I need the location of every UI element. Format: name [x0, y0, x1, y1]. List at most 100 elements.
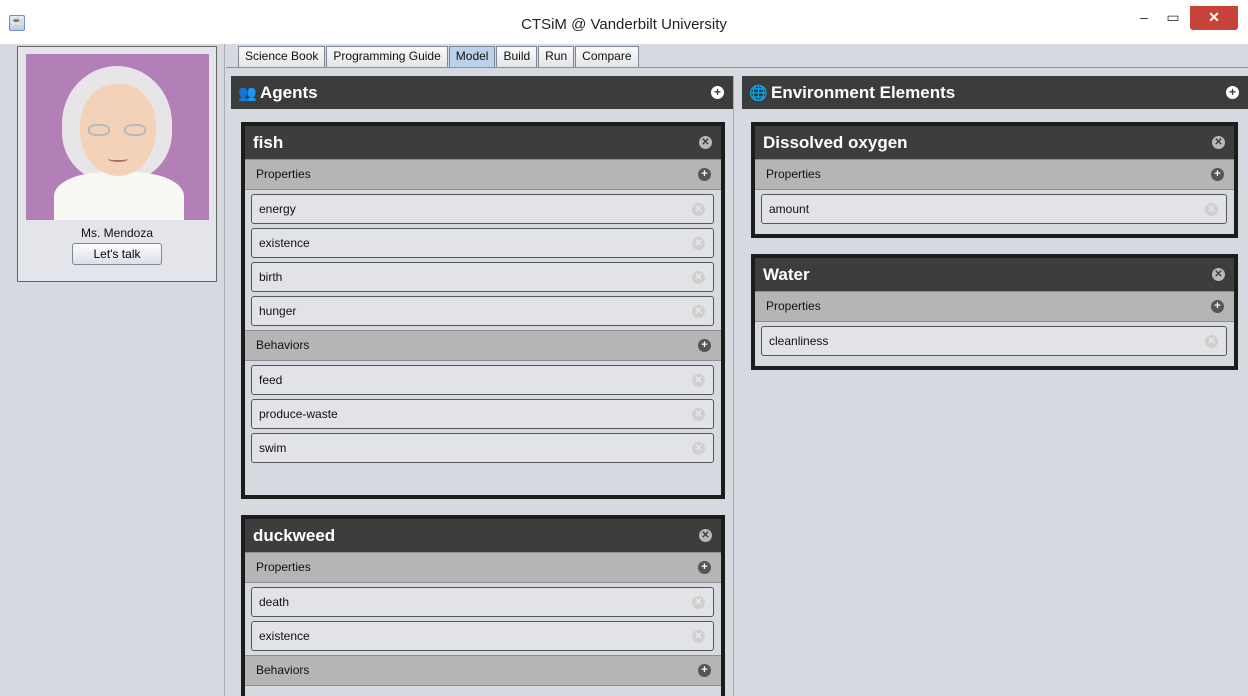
- mentor-card: Ms. Mendoza Let's talk: [17, 46, 217, 282]
- remove-property-icon[interactable]: ✕: [692, 203, 705, 216]
- remove-behavior-icon[interactable]: ✕: [692, 442, 705, 455]
- users-icon: 👥: [238, 85, 257, 102]
- remove-property-icon[interactable]: ✕: [692, 630, 705, 643]
- agents-title: Agents: [260, 83, 318, 102]
- agent-title: duckweed: [253, 526, 336, 545]
- add-property-icon[interactable]: +: [698, 561, 711, 574]
- property-item[interactable]: cleanliness ✕: [761, 326, 1227, 356]
- add-property-icon[interactable]: +: [698, 168, 711, 181]
- behavior-item[interactable]: feed ✕: [251, 365, 714, 395]
- property-item[interactable]: existence ✕: [251, 228, 714, 258]
- agent-card-fish: fish ✕ Properties + energy ✕ existence ✕ b…: [241, 122, 725, 499]
- remove-property-icon[interactable]: ✕: [692, 271, 705, 284]
- behavior-item[interactable]: swim ✕: [251, 433, 714, 463]
- tab-divider: [226, 67, 1248, 68]
- element-title: Water: [763, 265, 810, 284]
- remove-agent-icon[interactable]: ✕: [699, 529, 712, 542]
- agent-name: duckweed ✕: [245, 519, 721, 552]
- property-label: death: [259, 595, 290, 609]
- tab-build[interactable]: Build: [496, 46, 538, 67]
- property-label: existence: [259, 629, 310, 643]
- avatar-shirt: [54, 172, 184, 220]
- tab-model[interactable]: Model: [448, 46, 496, 67]
- environment-header: 🌐 Environment Elements +: [742, 76, 1248, 109]
- agent-title: fish: [253, 133, 284, 152]
- maximize-button[interactable]: ▭: [1160, 6, 1186, 30]
- remove-behavior-icon[interactable]: ✕: [692, 374, 705, 387]
- element-card-water: Water ✕ Properties + cleanliness ✕: [751, 254, 1238, 370]
- property-item[interactable]: existence ✕: [251, 621, 714, 651]
- properties-label: Properties: [256, 560, 311, 574]
- behaviors-label: Behaviors: [256, 663, 310, 677]
- add-behavior-icon[interactable]: +: [698, 664, 711, 677]
- property-item[interactable]: birth ✕: [251, 262, 714, 292]
- remove-property-icon[interactable]: ✕: [1205, 335, 1218, 348]
- remove-property-icon[interactable]: ✕: [692, 596, 705, 609]
- property-item[interactable]: amount ✕: [761, 194, 1227, 224]
- properties-label: Properties: [766, 167, 821, 181]
- add-property-icon[interactable]: +: [1211, 300, 1224, 313]
- lets-talk-button[interactable]: Let's talk: [72, 243, 162, 265]
- window-title: CTSiM @ Vanderbilt University: [521, 16, 727, 33]
- behavior-label: feed: [259, 373, 283, 387]
- properties-section: Properties +: [755, 291, 1234, 322]
- environment-panel: 🌐 Environment Elements + Dissolved oxygen…: [742, 76, 1248, 696]
- property-item[interactable]: energy ✕: [251, 194, 714, 224]
- element-card-dissolved-oxygen: Dissolved oxygen ✕ Properties + amount ✕: [751, 122, 1238, 238]
- remove-agent-icon[interactable]: ✕: [699, 136, 712, 149]
- tab-compare[interactable]: Compare: [575, 46, 639, 67]
- close-window-button[interactable]: ✕: [1190, 6, 1238, 30]
- avatar-glasses-right: [124, 124, 146, 136]
- mentor-sidebar: Ms. Mendoza Let's talk: [0, 44, 225, 696]
- add-behavior-icon[interactable]: +: [698, 339, 711, 352]
- properties-label: Properties: [766, 299, 821, 313]
- element-name: Dissolved oxygen ✕: [755, 126, 1234, 159]
- element-title: Dissolved oxygen: [763, 133, 908, 152]
- remove-behavior-icon[interactable]: ✕: [692, 408, 705, 421]
- minimize-button[interactable]: –: [1131, 6, 1157, 30]
- property-label: amount: [769, 202, 810, 216]
- tab-run[interactable]: Run: [538, 46, 575, 67]
- remove-property-icon[interactable]: ✕: [1205, 203, 1218, 216]
- add-environment-element-icon[interactable]: +: [1226, 86, 1239, 99]
- properties-label: Properties: [256, 167, 311, 181]
- add-agent-icon[interactable]: +: [711, 86, 724, 99]
- remove-property-icon[interactable]: ✕: [692, 237, 705, 250]
- property-item[interactable]: hunger ✕: [251, 296, 714, 326]
- properties-section: Properties +: [755, 159, 1234, 190]
- tab-science-book[interactable]: Science Book: [238, 46, 326, 67]
- add-property-icon[interactable]: +: [1211, 168, 1224, 181]
- behaviors-section: Behaviors +: [245, 330, 721, 361]
- remove-element-icon[interactable]: ✕: [1212, 136, 1225, 149]
- behaviors-section: Behaviors +: [245, 655, 721, 686]
- property-label: existence: [259, 236, 310, 250]
- behavior-item[interactable]: produce-waste ✕: [251, 399, 714, 429]
- remove-element-icon[interactable]: ✕: [1212, 268, 1225, 281]
- tab-programming-guide[interactable]: Programming Guide: [326, 46, 448, 67]
- property-label: cleanliness: [769, 334, 829, 348]
- agents-panel: 👥 Agents + fish ✕ Properties + energy ✕ ex…: [231, 76, 734, 696]
- properties-section: Properties +: [245, 159, 721, 190]
- property-label: hunger: [259, 304, 297, 318]
- properties-section: Properties +: [245, 552, 721, 583]
- main-tabs: Science Book Programming Guide Model Bui…: [238, 46, 640, 68]
- element-name: Water ✕: [755, 258, 1234, 291]
- remove-property-icon[interactable]: ✕: [692, 305, 705, 318]
- globe-icon: 🌐: [749, 85, 768, 102]
- behaviors-label: Behaviors: [256, 338, 310, 352]
- behavior-label: swim: [259, 441, 287, 455]
- title-bar: ☕ CTSiM @ Vanderbilt University – ▭ ✕: [0, 0, 1248, 44]
- property-label: energy: [259, 202, 296, 216]
- agents-header: 👥 Agents +: [231, 76, 733, 109]
- mentor-avatar: [26, 54, 209, 220]
- avatar-mouth: [108, 156, 128, 162]
- agent-card-duckweed: duckweed ✕ Properties + death ✕ existence…: [241, 515, 725, 696]
- environment-title: Environment Elements: [771, 83, 956, 102]
- agent-name: fish ✕: [245, 126, 721, 159]
- avatar-glasses-left: [88, 124, 110, 136]
- property-item[interactable]: death ✕: [251, 587, 714, 617]
- mentor-name: Ms. Mendoza: [80, 226, 154, 240]
- property-label: birth: [259, 270, 283, 284]
- app-client-area: Ms. Mendoza Let's talk Science Book Prog…: [0, 44, 1248, 696]
- behavior-label: produce-waste: [259, 407, 338, 421]
